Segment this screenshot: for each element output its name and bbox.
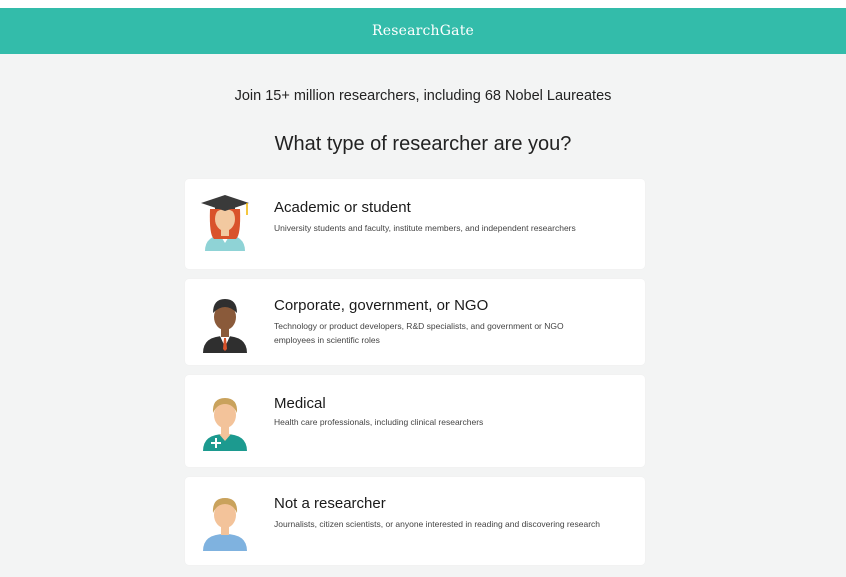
- option-title: Corporate, government, or NGO: [274, 297, 489, 314]
- medic-avatar-icon: [203, 398, 247, 451]
- option-medical[interactable]: Medical Health care professionals, inclu…: [185, 375, 645, 467]
- option-description: University students and faculty, institu…: [274, 223, 576, 233]
- business-avatar-icon: [203, 299, 247, 353]
- person-avatar-icon: [203, 498, 247, 551]
- option-title: Medical: [274, 395, 326, 412]
- option-title: Academic or student: [274, 199, 411, 216]
- tagline: Join 15+ million researchers, including …: [234, 88, 612, 104]
- brand-logo[interactable]: ResearchGate: [372, 23, 474, 39]
- graduate-avatar-icon: [201, 195, 249, 251]
- option-description: Health care professionals, including cli…: [274, 417, 484, 427]
- top-bar: ResearchGate: [0, 8, 846, 54]
- option-not-a-researcher[interactable]: Not a researcher Journalists, citizen sc…: [185, 477, 645, 565]
- option-title: Not a researcher: [274, 495, 386, 512]
- option-description: Technology or product developers, R&D sp…: [274, 321, 564, 345]
- page-title: What type of researcher are you?: [274, 133, 572, 155]
- option-corporate[interactable]: Corporate, government, or NGO Technology…: [185, 279, 645, 365]
- option-description: Journalists, citizen scientists, or anyo…: [274, 519, 601, 529]
- option-academic[interactable]: Academic or student University students …: [185, 179, 645, 269]
